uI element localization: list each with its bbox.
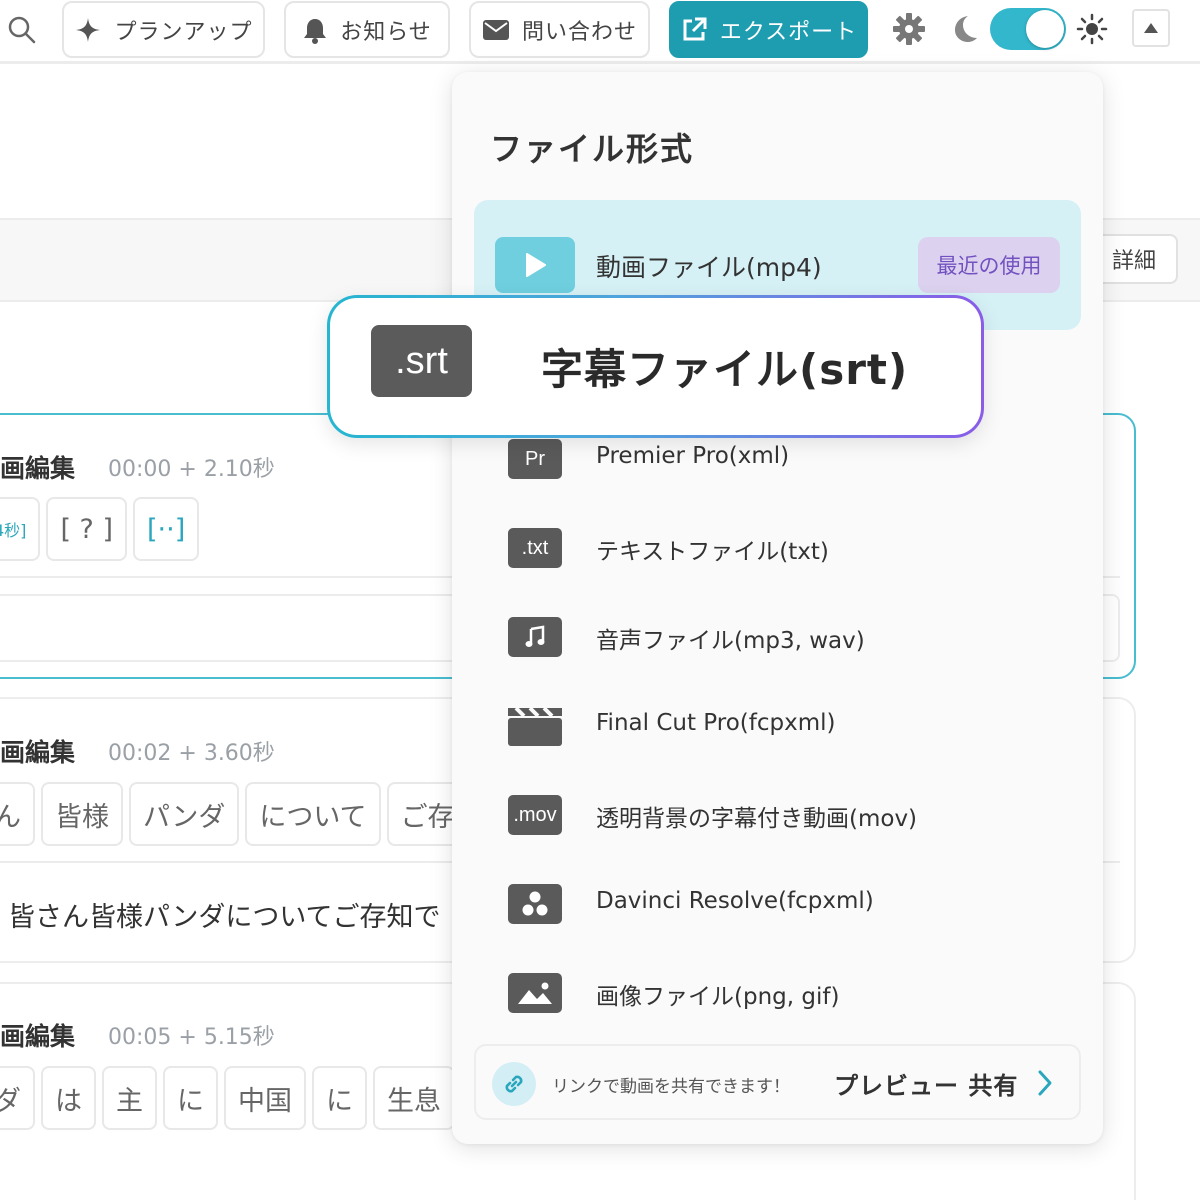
menu-item-label: テキストファイル(txt): [596, 539, 829, 565]
menu-item-davinci[interactable]: Davinci Resolve(fcpxml): [474, 860, 1081, 948]
notifications-label: お知らせ: [340, 19, 432, 45]
menu-item-label: 動画ファイル(mp4): [596, 253, 822, 282]
menu-item-image[interactable]: 画像ファイル(png, gif): [474, 949, 1081, 1037]
recent-badge: 最近の使用: [918, 237, 1060, 293]
music-note-icon: [508, 617, 562, 657]
menu-item-label: 画像ファイル(png, gif): [596, 984, 840, 1010]
segment-time: 00:05 + 5.15秒: [108, 1025, 275, 1050]
sparkle-icon: [76, 17, 101, 42]
top-toolbar: プランアップ お知らせ 問い合わせ エクスポート: [0, 0, 1200, 64]
plan-up-label: プランアップ: [114, 19, 253, 45]
menu-item-label: Davinci Resolve(fcpxml): [596, 888, 874, 914]
word-chip[interactable]: 生息: [373, 1066, 455, 1130]
triangle-up-icon: [1144, 23, 1158, 33]
menu-item-audio[interactable]: 音声ファイル(mp3, wav): [474, 593, 1081, 681]
mov-file-icon: .mov: [508, 795, 562, 835]
segment-label: 画編集: [0, 738, 76, 767]
segment-time: 00:02 + 3.60秒: [108, 741, 275, 766]
word-chip[interactable]: 皆様: [41, 782, 123, 846]
share-preview-bar[interactable]: リンクで動画を共有できます！ プレビュー 共有: [474, 1044, 1081, 1120]
collapse-button[interactable]: [1132, 9, 1170, 47]
segment-label: 画編集: [0, 1022, 76, 1051]
menu-item-label: 音声ファイル(mp3, wav): [596, 628, 865, 654]
menu-item-label: 透明背景の字幕付き動画(mov): [596, 806, 918, 832]
menu-item-srt-highlight[interactable]: .srt 字幕ファイル(srt): [327, 295, 984, 438]
toggle-knob: [1026, 10, 1064, 48]
menu-item-mov[interactable]: .mov 透明背景の字幕付き動画(mov): [474, 771, 1081, 859]
word-chip[interactable]: に: [163, 1066, 218, 1130]
share-preview-link[interactable]: プレビュー 共有: [834, 1066, 1018, 1101]
dark-mode-toggle[interactable]: [990, 8, 1066, 50]
word-chip-row: ん 皆様 パンダ について ご存知: [0, 782, 496, 846]
menu-title: ファイル形式: [490, 130, 695, 168]
mail-icon: [482, 19, 509, 40]
contact-button[interactable]: 問い合わせ: [469, 1, 650, 58]
word-chip[interactable]: ん: [0, 782, 35, 846]
chevron-right-icon: [1038, 1070, 1052, 1096]
word-chip[interactable]: 中国: [224, 1066, 306, 1130]
menu-item-label: Final Cut Pro(fcpxml): [596, 710, 836, 736]
external-link-icon: [683, 17, 707, 40]
contact-label: 問い合わせ: [521, 19, 637, 45]
segment-text[interactable]: 皆さん皆様パンダについてご存知で: [8, 895, 441, 934]
play-icon: [495, 237, 575, 293]
notifications-button[interactable]: お知らせ: [284, 1, 450, 58]
clapperboard-icon: [508, 706, 562, 746]
srt-file-icon: .srt: [371, 325, 472, 397]
sun-icon: [1076, 13, 1108, 45]
word-chip[interactable]: について: [245, 782, 381, 846]
link-icon: [492, 1062, 536, 1106]
search-icon[interactable]: [6, 14, 38, 46]
davinci-icon: [508, 884, 562, 924]
segment-time: 00:00 + 2.10秒: [108, 457, 275, 482]
word-chip[interactable]: [··]: [133, 497, 200, 561]
word-chip[interactable]: に: [312, 1066, 367, 1130]
word-chip[interactable]: は: [41, 1066, 96, 1130]
word-chip[interactable]: 主: [102, 1066, 157, 1130]
share-description: リンクで動画を共有できます！: [552, 1077, 790, 1097]
highlight-inner: .srt 字幕ファイル(srt): [330, 298, 981, 435]
plan-up-button[interactable]: プランアップ: [62, 1, 265, 58]
menu-item-txt[interactable]: .txt テキストファイル(txt): [474, 504, 1081, 592]
export-format-menu: ファイル形式 動画ファイル(mp4) 最近の使用 Pr Premier Pro(…: [452, 72, 1103, 1144]
menu-item-final-cut[interactable]: Final Cut Pro(fcpxml): [474, 682, 1081, 770]
segment-label: 画編集: [0, 454, 76, 483]
gear-icon[interactable]: [892, 12, 926, 46]
menu-item-label: 字幕ファイル(srt): [541, 345, 909, 394]
word-chip[interactable]: [ ? ]: [46, 497, 128, 561]
word-chip-row: 4秒] [ ? ] [··]: [0, 497, 200, 561]
premiere-icon: Pr: [508, 439, 562, 479]
export-button[interactable]: エクスポート: [669, 1, 868, 58]
detail-button[interactable]: 詳細: [1090, 234, 1178, 284]
txt-file-icon: .txt: [508, 528, 562, 568]
bell-icon: [304, 18, 327, 44]
word-chip[interactable]: ダ: [0, 1066, 35, 1130]
image-icon: [508, 973, 562, 1013]
word-chip[interactable]: 4秒]: [0, 497, 41, 561]
menu-item-label: Premier Pro(xml): [596, 443, 790, 469]
export-label: エクスポート: [719, 19, 858, 45]
moon-icon: [955, 16, 977, 42]
word-chip[interactable]: パンダ: [129, 782, 240, 846]
